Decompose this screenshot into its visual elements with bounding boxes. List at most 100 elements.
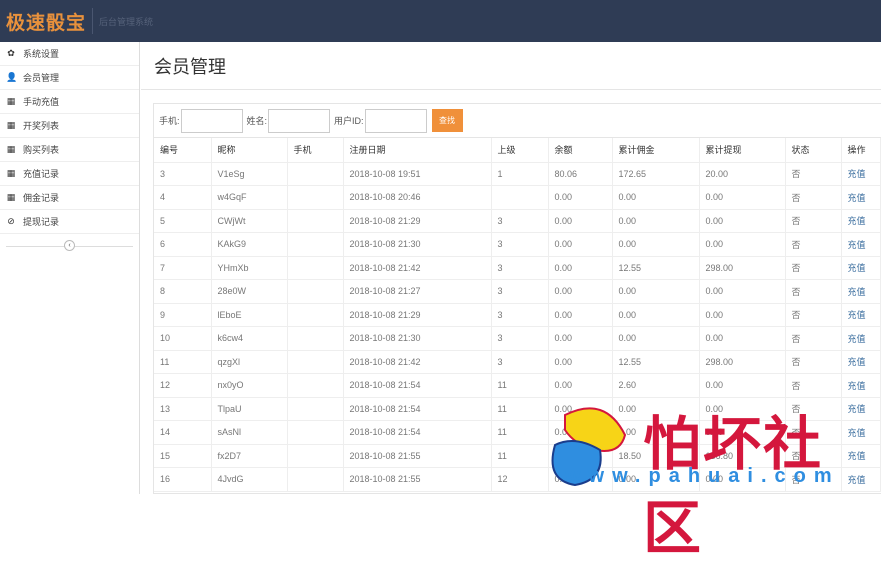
- table-cell: 充值: [841, 185, 881, 210]
- table-cell: 否: [785, 397, 842, 421]
- table-cell: 2018-10-08 21:30: [343, 232, 492, 257]
- table-cell: 充值: [841, 303, 881, 327]
- recharge-link[interactable]: 充值: [848, 357, 866, 367]
- recharge-link[interactable]: 充值: [848, 310, 866, 320]
- table-cell: 11: [491, 420, 549, 445]
- column-header: 编号: [154, 138, 212, 163]
- table-cell: [287, 162, 344, 186]
- sidebar-item-label: 系统设置: [23, 49, 60, 59]
- sidebar-item-5[interactable]: ▦ 充值记录: [0, 162, 139, 186]
- table-cell: 充值: [841, 350, 881, 374]
- recharge-link[interactable]: 充值: [848, 428, 866, 438]
- table-cell: 0.00: [612, 232, 700, 257]
- recharge-link[interactable]: 充值: [848, 381, 866, 391]
- member-panel: 手机: 姓名: 用户ID: 查找 编号 昵称 手机 注册日期 上级 余额 累计佣金 累计提现状…: [153, 103, 881, 494]
- table-cell: 2018-10-08 21:54: [343, 397, 492, 421]
- table-cell: 16: [154, 467, 212, 492]
- table-cell: 否: [785, 162, 842, 186]
- sidebar-item-1[interactable]: 👤 会员管理: [0, 66, 139, 90]
- ban-icon: ⊘: [7, 216, 15, 226]
- table-cell: w4GqF: [211, 185, 288, 210]
- sidebar: ✿ 系统设置 👤 会员管理 ▦ 手动充值 ▦ 开奖列表 ▦ 购买列表 ▦ 充值记录 ▦ 佣金记录 ⊘ 提现记录…: [0, 42, 140, 494]
- sidebar-item-label: 佣金记录: [23, 193, 60, 203]
- table-cell: 0.00: [699, 209, 786, 233]
- table-cell: 充值: [841, 256, 881, 280]
- sidebar-item-label: 充值记录: [23, 169, 60, 179]
- table-row: 4 w4GqF 2018-10-08 20:46 0.00 0.00 0.00 否充值: [154, 185, 881, 210]
- phone-input[interactable]: [180, 108, 243, 133]
- table-row: 6 KAkG9 2018-10-08 21:30 3 0.00 0.00 0.00 否充值: [154, 232, 881, 257]
- table-cell: 298.00: [699, 256, 786, 280]
- table-cell: 0.00: [612, 326, 700, 351]
- sidebar-item-label: 开奖列表: [23, 121, 60, 131]
- name-input[interactable]: [268, 108, 331, 133]
- sidebar-item-0[interactable]: ✿ 系统设置: [0, 42, 139, 66]
- table-cell: 0.00: [548, 232, 613, 257]
- sidebar-item-2[interactable]: ▦ 手动充值: [0, 90, 139, 114]
- table-cell: 0.00: [548, 303, 613, 327]
- table-cell: 0.00: [548, 326, 613, 351]
- table-cell: [491, 185, 549, 210]
- table-cell: 0.00: [612, 209, 700, 233]
- table-cell: 0.00: [548, 256, 613, 280]
- table-cell: 2.60: [612, 373, 700, 398]
- table-cell: 4JvdG: [211, 467, 288, 492]
- recharge-link[interactable]: 充值: [848, 169, 866, 179]
- table-cell: 0.00: [612, 279, 700, 304]
- app-logo: 极速骰宝: [6, 12, 87, 34]
- uid-input[interactable]: [364, 108, 427, 133]
- table-row: 16 4JvdG 2018-10-08 21:55 12 0.00 0.00 0.00 否充值: [154, 467, 881, 492]
- sidebar-item-3[interactable]: ▦ 开奖列表: [0, 114, 139, 138]
- table-row: 11 qzgXl 2018-10-08 21:42 3 0.00 12.55 298.00 否…: [154, 350, 881, 374]
- table-row: 10 k6cw4 2018-10-08 21:30 3 0.00 0.00 0.00 否充值: [154, 326, 881, 351]
- column-header: 上级: [491, 138, 549, 163]
- user-icon: 👤: [6, 72, 18, 82]
- table-cell: 6: [154, 232, 212, 257]
- table-cell: 0.00: [699, 397, 786, 421]
- recharge-link[interactable]: 充值: [848, 404, 866, 414]
- top-header: 极速骰宝 后台管理系统: [0, 0, 881, 42]
- table-cell: [287, 209, 344, 233]
- sidebar-item-4[interactable]: ▦ 购买列表: [0, 138, 139, 162]
- column-header: 状态: [785, 138, 842, 163]
- table-cell: 0.00: [612, 397, 700, 421]
- table-cell: 充值: [841, 420, 881, 445]
- table-cell: k6cw4: [211, 326, 288, 351]
- table-cell: [287, 185, 344, 210]
- member-table: 编号 昵称 手机 注册日期 上级 余额 累计佣金 累计提现 状态 操作 3 V1eSg 2018-10…: [154, 138, 881, 492]
- table-cell: 2018-10-08 21:42: [343, 350, 492, 374]
- table-cell: 2018-10-08 21:54: [343, 420, 492, 445]
- table-cell: [287, 467, 344, 492]
- table-cell: 充值: [841, 444, 881, 468]
- recharge-link[interactable]: 充值: [848, 451, 866, 461]
- sidebar-item-6[interactable]: ▦ 佣金记录: [0, 186, 139, 210]
- table-cell: [287, 326, 344, 351]
- recharge-link[interactable]: 充值: [848, 193, 866, 203]
- sidebar-item-7[interactable]: ⊘ 提现记录: [0, 210, 139, 234]
- table-cell: [287, 232, 344, 257]
- table-cell: 13: [154, 397, 212, 421]
- table-cell: 136.80: [699, 444, 786, 468]
- table-cell: 否: [785, 467, 842, 492]
- table-row: 7 YHmXb 2018-10-08 21:42 3 0.00 12.55 298.00 否充…: [154, 256, 881, 280]
- table-cell: [287, 256, 344, 280]
- table-cell: 5: [154, 209, 212, 233]
- recharge-link[interactable]: 充值: [848, 240, 866, 250]
- search-button[interactable]: 查找: [431, 109, 463, 132]
- recharge-link[interactable]: 充值: [848, 334, 866, 344]
- table-cell: 3: [491, 350, 549, 374]
- table-cell: 14: [154, 420, 212, 445]
- calendar-icon: ▦: [6, 96, 16, 106]
- table-cell: [287, 397, 344, 421]
- collapse-sidebar-button[interactable]: ‹: [64, 240, 75, 251]
- table-cell: [287, 303, 344, 327]
- calendar-icon: ▦: [6, 192, 16, 202]
- table-cell: 否: [785, 326, 842, 351]
- recharge-link[interactable]: 充值: [848, 216, 866, 226]
- recharge-link[interactable]: 充值: [848, 287, 866, 297]
- recharge-link[interactable]: 充值: [848, 475, 866, 485]
- table-cell: qzgXl: [211, 350, 288, 374]
- recharge-link[interactable]: 充值: [848, 263, 866, 273]
- table-cell: fx2D7: [211, 444, 288, 468]
- table-cell: 11: [491, 397, 549, 421]
